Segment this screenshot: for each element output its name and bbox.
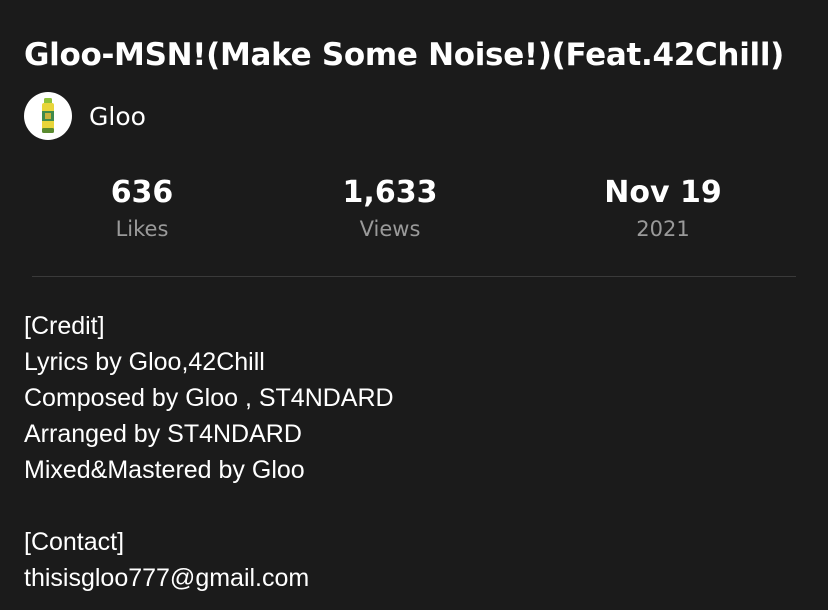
views-label: Views <box>359 217 421 241</box>
upload-year: 2021 <box>636 217 690 241</box>
description-line: Lyrics by Gloo,42Chill <box>24 348 265 376</box>
video-stats: 636 Likes 1,633 Views Nov 19 2021 <box>0 172 828 252</box>
description-blank-line <box>24 488 804 524</box>
views-count: 1,633 <box>342 175 438 210</box>
divider <box>32 276 796 277</box>
video-title: Gloo-MSN!(Make Some Noise!)(Feat.42Chill… <box>24 37 785 73</box>
likes-stat: 636 Likes <box>42 172 242 244</box>
channel-avatar[interactable] <box>24 92 72 140</box>
description-line: [Credit] <box>24 312 105 340</box>
description-line: Mixed&Mastered by Gloo <box>24 456 305 484</box>
likes-count: 636 <box>110 175 174 210</box>
video-description: [Credit] Lyrics by Gloo,42Chill Composed… <box>24 308 804 596</box>
description-line: Arranged by ST4NDARD <box>24 420 302 448</box>
contact-email[interactable]: thisisgloo777@gmail.com <box>24 560 804 596</box>
views-stat: 1,633 Views <box>290 172 490 244</box>
channel-link[interactable]: Gloo <box>24 92 146 140</box>
likes-label: Likes <box>115 217 169 241</box>
upload-date: Nov 19 <box>604 175 722 210</box>
description-line: Composed by Gloo , ST4NDARD <box>24 384 394 412</box>
upload-date-stat: Nov 19 2021 <box>563 172 763 244</box>
channel-name[interactable]: Gloo <box>89 102 146 131</box>
description-line: [Contact] <box>24 528 125 556</box>
glue-stick-icon <box>42 98 54 133</box>
